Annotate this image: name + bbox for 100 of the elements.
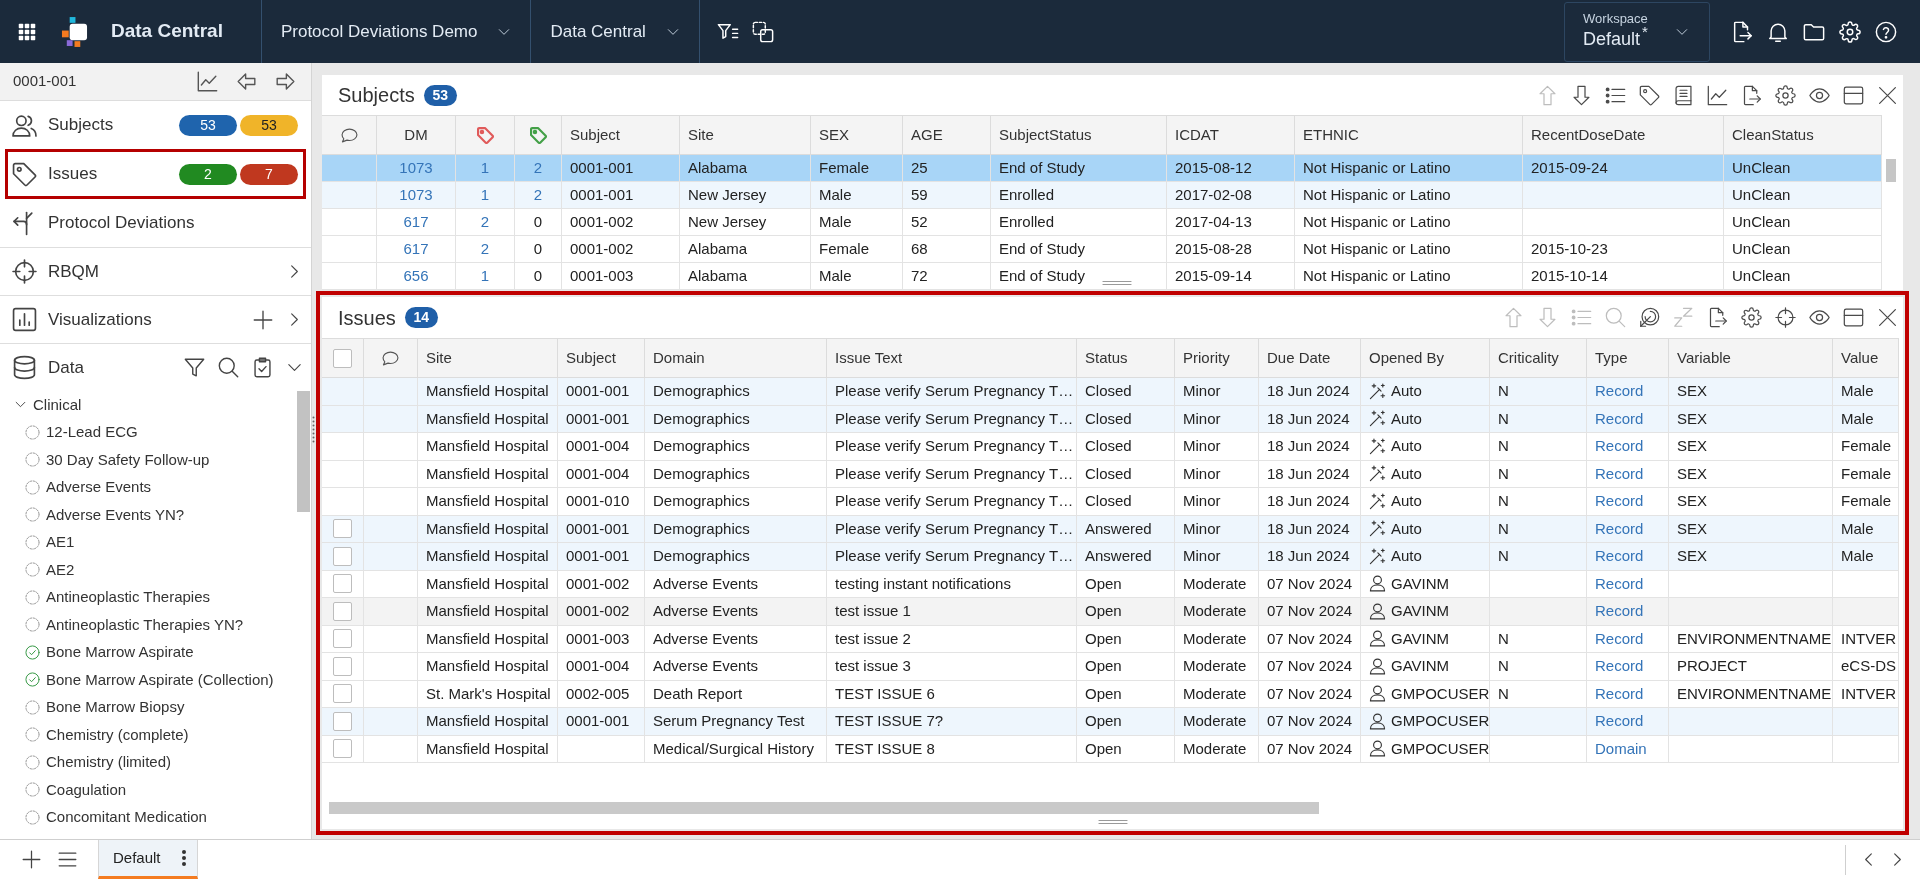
table-link[interactable]: 2 (480, 210, 490, 234)
tree-item[interactable]: Antineoplastic Therapies YN? (46, 613, 244, 636)
panel-layout-icon[interactable] (1843, 307, 1864, 328)
scrollbar[interactable] (297, 391, 310, 512)
table-link[interactable]: 1073 (399, 183, 433, 207)
export-icon[interactable] (1731, 20, 1753, 43)
bell-icon[interactable] (1767, 20, 1789, 43)
eye-icon[interactable] (1809, 307, 1830, 328)
workspace-dropdown[interactable]: Workspace Default* (1564, 1, 1710, 62)
column-header[interactable]: Site (418, 339, 558, 377)
list-icon[interactable] (1605, 84, 1626, 106)
table-link[interactable]: Record (1595, 407, 1644, 430)
tree-node[interactable]: Clinical (33, 393, 82, 416)
column-header[interactable]: Subject (562, 116, 680, 154)
tree-item[interactable]: 12-Lead ECG (46, 421, 138, 444)
export-icon[interactable] (1707, 307, 1728, 328)
add-icon[interactable] (253, 309, 273, 330)
copy-icon[interactable] (751, 20, 774, 43)
row-checkbox[interactable] (333, 574, 352, 594)
resize-handle-icon[interactable] (312, 416, 315, 443)
nav-link[interactable]: Visualizations (48, 306, 152, 333)
close-icon[interactable] (1877, 307, 1898, 328)
column-header[interactable]: Domain (645, 339, 827, 377)
column-header[interactable]: AGE (903, 116, 991, 154)
table-link[interactable]: Record (1595, 710, 1644, 733)
tree-item[interactable]: AE2 (46, 558, 75, 581)
table-link[interactable]: Record (1595, 545, 1644, 568)
book-icon[interactable] (1673, 84, 1694, 106)
table-link[interactable]: Record (1595, 435, 1644, 458)
more-icon[interactable] (182, 850, 186, 866)
arrow-right-icon[interactable] (275, 71, 296, 92)
row-checkbox[interactable] (333, 601, 352, 621)
row-checkbox[interactable] (333, 739, 352, 759)
close-icon[interactable] (1877, 84, 1898, 106)
tree-item[interactable]: AE1 (46, 531, 75, 554)
table-link[interactable]: 2 (533, 183, 543, 207)
row-checkbox[interactable] (333, 656, 352, 676)
tree-item[interactable]: Bone Marrow Aspirate (46, 641, 194, 664)
table-link[interactable]: Record (1595, 490, 1644, 513)
filter-icon[interactable] (184, 357, 205, 378)
breadcrumb-dropdown[interactable]: Data Central (531, 0, 699, 63)
crosshair-icon[interactable] (1775, 307, 1796, 328)
tree-item[interactable]: Bone Marrow Biopsy (46, 696, 185, 719)
table-link[interactable]: Record (1595, 600, 1644, 623)
column-header[interactable]: Subject (558, 339, 645, 377)
column-header[interactable]: Issue Text (827, 339, 1077, 377)
table-link[interactable]: Record (1595, 682, 1644, 705)
table-link[interactable]: Record (1595, 627, 1644, 650)
resize-handle-icon[interactable] (1097, 818, 1128, 825)
nav-link[interactable]: Subjects (48, 112, 114, 138)
line-chart-icon[interactable] (197, 71, 218, 92)
column-header[interactable]: Value (1833, 339, 1899, 377)
column-header[interactable]: SEX (811, 116, 903, 154)
table-link[interactable]: 1 (480, 264, 490, 288)
search-icon[interactable] (218, 357, 239, 378)
tree-item[interactable]: Bone Marrow Aspirate (Collection) (46, 668, 274, 691)
arrow-left-icon[interactable] (236, 71, 257, 92)
table-link[interactable]: 2 (480, 237, 490, 261)
column-header[interactable]: Site (680, 116, 811, 154)
export-icon[interactable] (1741, 84, 1762, 106)
column-header[interactable]: SubjectStatus (991, 116, 1167, 154)
row-checkbox[interactable] (333, 684, 352, 704)
tag-icon[interactable] (1639, 84, 1660, 106)
breadcrumb-dropdown[interactable]: Protocol Deviations Demo (261, 0, 531, 63)
row-checkbox[interactable] (333, 711, 352, 731)
scrollbar[interactable] (329, 802, 1319, 814)
column-header[interactable]: Type (1587, 339, 1669, 377)
tree-item[interactable]: Coagulation (46, 778, 127, 801)
add-icon[interactable] (22, 850, 41, 869)
scrollbar[interactable] (1885, 159, 1896, 182)
table-link[interactable]: Record (1595, 572, 1644, 595)
tree-item[interactable]: Chemistry (complete) (46, 723, 189, 746)
clipboard-check-icon[interactable] (252, 357, 273, 378)
table-link[interactable]: Record (1595, 380, 1644, 403)
line-chart-icon[interactable] (1707, 84, 1728, 106)
select-all-checkbox[interactable] (333, 348, 352, 368)
nav-link[interactable]: Data (48, 354, 84, 381)
table-link[interactable]: Domain (1595, 737, 1647, 760)
table-link[interactable]: Record (1595, 517, 1644, 540)
row-checkbox[interactable] (333, 546, 352, 566)
nav-link[interactable]: Issues (48, 161, 98, 187)
column-header[interactable]: Due Date (1259, 339, 1361, 377)
row-checkbox[interactable] (333, 629, 352, 649)
panel-layout-icon[interactable] (1843, 84, 1864, 106)
tree-item[interactable]: 30 Day Safety Follow-up (46, 448, 210, 471)
column-header[interactable]: Variable (1669, 339, 1833, 377)
tree-item[interactable]: Concomitant Medication (46, 806, 207, 829)
table-link[interactable]: Record (1595, 655, 1644, 678)
help-icon[interactable] (1875, 20, 1897, 43)
apps-menu-icon[interactable] (18, 22, 36, 41)
column-header[interactable]: ETHNIC (1295, 116, 1523, 154)
column-header[interactable]: Criticality (1490, 339, 1587, 377)
menu-icon[interactable] (58, 850, 77, 869)
settings-icon[interactable] (1741, 307, 1762, 328)
column-header[interactable]: Priority (1175, 339, 1259, 377)
tab[interactable]: Default (98, 840, 198, 879)
arrow-down-icon[interactable] (1571, 84, 1592, 106)
column-header[interactable]: ICDAT (1167, 116, 1295, 154)
tree-item[interactable]: Adverse Events YN? (46, 503, 185, 526)
column-header[interactable]: Status (1077, 339, 1175, 377)
